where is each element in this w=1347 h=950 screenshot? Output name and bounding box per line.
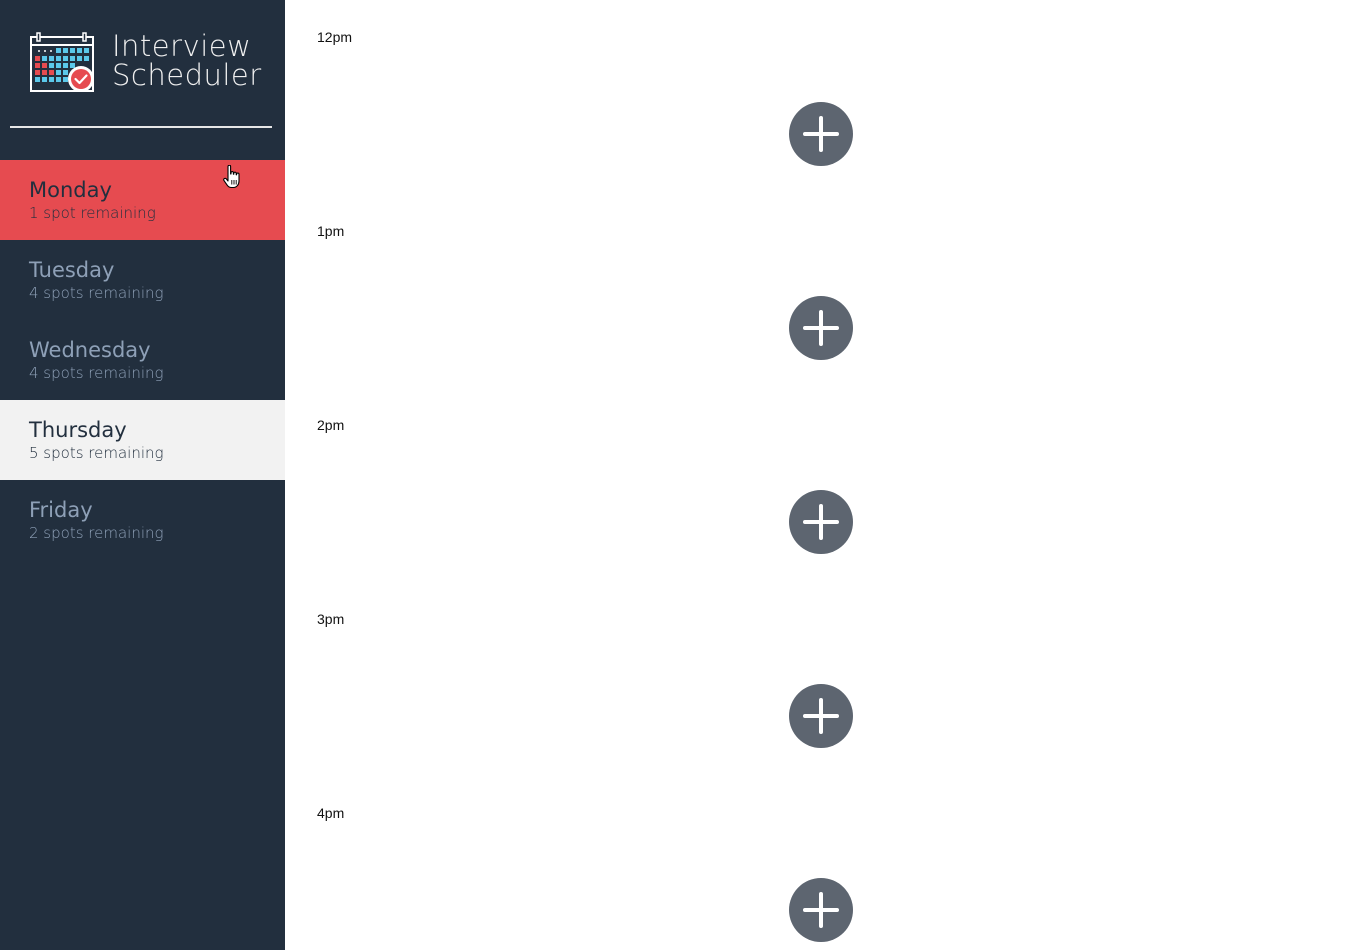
day-spots-remaining: 1 spot remaining <box>29 204 156 222</box>
calendar-check-icon <box>30 32 94 92</box>
add-appointment-button[interactable] <box>789 296 853 360</box>
day-name: Wednesday <box>29 338 151 362</box>
app-title-line-1: Interview <box>112 29 252 63</box>
sidebar-divider <box>10 126 272 128</box>
slot-time: 1pm <box>317 223 345 239</box>
day-spots-remaining: 4 spots remaining <box>29 284 164 302</box>
plus-icon <box>803 698 839 734</box>
add-appointment-button[interactable] <box>789 102 853 166</box>
app-title: Interview Scheduler <box>112 32 262 90</box>
slot-time: 4pm <box>317 805 345 821</box>
day-spots-remaining: 4 spots remaining <box>29 364 164 382</box>
appointment-slot: 2pm <box>285 388 1347 582</box>
day-item-monday[interactable]: Monday 1 spot remaining <box>0 160 285 240</box>
hand-pointer-cursor-icon <box>223 165 240 189</box>
day-item-wednesday[interactable]: Wednesday 4 spots remaining <box>0 320 285 400</box>
app: Interview Scheduler Monday 1 spot remain… <box>0 0 1347 950</box>
plus-icon <box>803 892 839 928</box>
slot-time: 3pm <box>317 611 345 627</box>
slot-time: 12pm <box>317 29 353 45</box>
plus-icon <box>803 504 839 540</box>
slot-time: 2pm <box>317 417 345 433</box>
day-spots-remaining: 2 spots remaining <box>29 524 164 542</box>
day-spots-remaining: 5 spots remaining <box>29 444 164 462</box>
appointment-slot: 3pm <box>285 582 1347 776</box>
day-name: Tuesday <box>29 258 115 282</box>
app-title-line-2: Scheduler <box>112 58 262 92</box>
day-item-friday[interactable]: Friday 2 spots remaining <box>0 480 285 560</box>
brand: Interview Scheduler <box>30 32 262 94</box>
day-name: Thursday <box>29 418 127 442</box>
appointment-slot: 4pm <box>285 776 1347 950</box>
plus-icon <box>803 116 839 152</box>
day-item-tuesday[interactable]: Tuesday 4 spots remaining <box>0 240 285 320</box>
appointment-slot: 12pm <box>285 0 1347 194</box>
schedule: 12pm 1pm 2pm 3pm 4pm <box>285 0 1347 950</box>
sidebar: Interview Scheduler Monday 1 spot remain… <box>0 0 285 950</box>
day-name: Monday <box>29 178 112 202</box>
add-appointment-button[interactable] <box>789 684 853 748</box>
day-item-thursday[interactable]: Thursday 5 spots remaining <box>0 400 285 480</box>
plus-icon <box>803 310 839 346</box>
add-appointment-button[interactable] <box>789 490 853 554</box>
add-appointment-button[interactable] <box>789 878 853 942</box>
day-name: Friday <box>29 498 93 522</box>
day-list: Monday 1 spot remaining Tuesday 4 spots … <box>0 160 285 560</box>
appointment-slot: 1pm <box>285 194 1347 388</box>
